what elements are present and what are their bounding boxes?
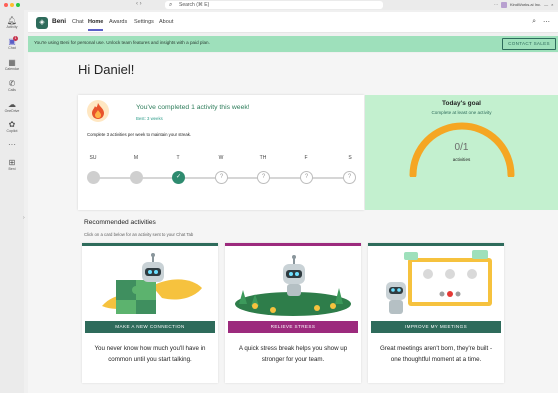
day-dot-t-check-icon: ✓ [172,171,185,184]
rail-item-calls[interactable]: ✆ Calls [0,79,24,92]
recommended-title: Recommended activities [84,219,156,226]
app-header: ◈ Beni Chat Home Awards Settings About ⌕… [28,12,558,33]
streak-card: You've completed 1 activity this week! B… [78,95,364,210]
app-actions: ⌕ ⋯ [532,18,550,26]
more-icon[interactable]: ··· [494,1,498,9]
calendar-icon: ▦ [8,58,16,67]
robot-puzzle-illustration [102,253,202,314]
goal-card: Today's goal Complete at least one activ… [365,95,558,210]
card-description: A quick stress break helps you show up s… [238,345,348,363]
relieve-stress-button[interactable]: RELIEVE STRESS [228,321,358,333]
rail-item-copilot[interactable]: ✿ Copilot [0,120,24,133]
rail-item-more[interactable]: ··· [0,140,24,149]
more-apps-icon: ··· [8,140,16,149]
close-icon[interactable]: × [551,1,553,9]
search-placeholder: Search (⌘ E) [179,2,210,8]
card-description: You never know how much you'll have in c… [94,345,206,363]
org-avatar[interactable] [501,2,507,8]
zoom-window-dot[interactable] [16,3,20,7]
rail-item-beni[interactable]: ⊞ Beni [0,158,24,171]
tab-awards[interactable]: Awards [109,19,127,25]
unread-badge: 1 [13,36,18,41]
goal-title: Today's goal [442,100,481,107]
minimize-icon[interactable]: — [544,1,548,9]
improve-meetings-button[interactable]: IMPROVE MY MEETINGS [371,321,501,333]
day-dot-su [87,171,100,184]
tab-about[interactable]: About [159,19,173,25]
day-label-w: W [218,155,224,161]
main-content: Hi Daniel! You've completed 1 activity t… [28,53,558,393]
rail-collapse-handle[interactable]: › [23,215,25,221]
flame-icon [87,100,109,122]
day-dot-s: ? [343,171,356,184]
window-titlebar: ‹ › ⌕ Search (⌘ E) ··· KindWorks.ai Inc.… [0,0,558,10]
banner-text: You're using Beni for personal use. Unlo… [34,40,210,45]
close-window-dot[interactable] [4,3,8,7]
app-rail: 🔔︎ Activity ▣ 1 Chat ▦ Calendar ✆ Calls … [0,10,25,393]
day-label-t: T [176,155,180,161]
app-name: Beni [52,18,67,25]
day-label-f: F [304,155,308,161]
upgrade-banner: You're using Beni for personal use. Unlo… [28,36,558,52]
goal-count: 0/1 [454,142,469,153]
phone-icon: ✆ [8,79,16,88]
robot-meeting-illustration [386,250,492,314]
day-label-th: TH [259,155,267,161]
bell-icon: 🔔︎ [6,16,18,25]
goal-subtitle: Complete at least one activity [431,110,492,115]
contact-sales-button[interactable]: CONTACT SALES [502,38,556,50]
day-label-s: S [348,155,352,161]
page-title: Hi Daniel! [78,62,135,77]
titlebar-right: ··· KindWorks.ai Inc. — × [494,1,553,9]
rail-item-chat[interactable]: ▣ 1 Chat [0,36,24,50]
beni-logo-icon: ◈ [36,17,48,29]
search-icon[interactable]: ⌕ [532,18,536,26]
chat-icon: ▣ [8,37,16,46]
beni-app-icon: ⊞ [8,158,16,167]
day-dot-w: ? [215,171,228,184]
activity-card-stress[interactable]: RELIEVE STRESS A quick stress break help… [225,243,361,383]
streak-note: Complete 3 activities per week to mainta… [87,132,192,137]
rail-item-onedrive[interactable]: ☁ OneDrive [0,100,24,113]
recommended-subtitle: Click on a card below for an activity se… [84,232,194,237]
make-connection-button[interactable]: MAKE A NEW CONNECTION [85,321,215,333]
card-description: Great meetings aren't born, they're buil… [379,345,493,363]
day-label-m: M [133,155,139,161]
search-icon: ⌕ [169,2,173,8]
day-dot-th: ? [257,171,270,184]
activity-card-meetings[interactable]: IMPROVE MY MEETINGS Great meetings aren'… [368,243,504,383]
streak-best: Best: 3 weeks [136,116,163,121]
day-dot-f: ? [300,171,313,184]
day-dot-m [130,171,143,184]
minimize-window-dot[interactable] [10,3,14,7]
activity-card-connection[interactable]: MAKE A NEW CONNECTION You never know how… [82,243,218,383]
rail-item-calendar[interactable]: ▦ Calendar [0,58,24,71]
day-label-su: SU [89,155,97,161]
tab-settings[interactable]: Settings [134,19,154,25]
more-options-icon[interactable]: ⋯ [543,18,550,26]
rail-item-activity[interactable]: 🔔︎ Activity [0,16,24,29]
tab-home[interactable]: Home [88,19,104,31]
search-input[interactable]: ⌕ Search (⌘ E) [165,1,383,9]
org-name[interactable]: KindWorks.ai Inc. [510,1,541,9]
robot-garden-illustration [235,255,351,316]
history-nav-arrows[interactable]: ‹ › [136,1,142,7]
goal-unit: activities [452,157,471,162]
cloud-icon: ☁ [8,100,16,109]
streak-title: You've completed 1 activity this week! [136,104,250,111]
copilot-icon: ✿ [8,120,16,129]
tab-chat[interactable]: Chat [72,19,84,25]
